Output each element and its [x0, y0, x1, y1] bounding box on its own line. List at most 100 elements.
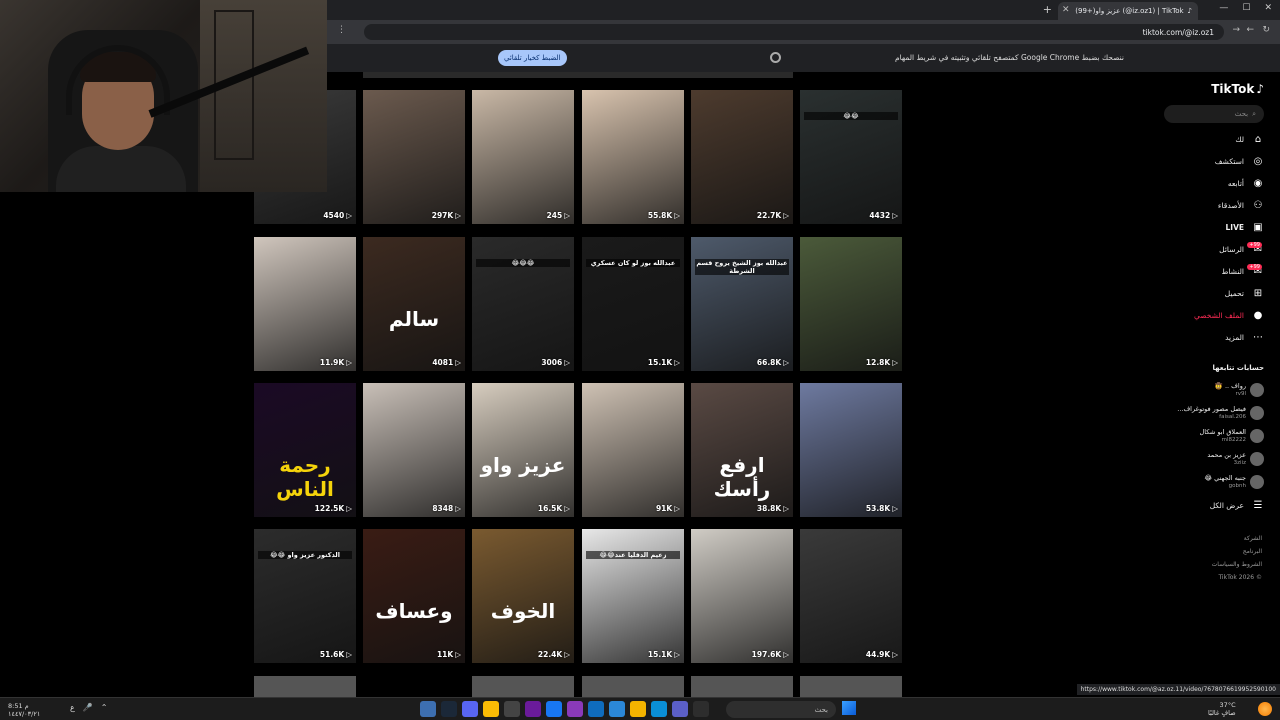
- following-account[interactable]: عزيز بن محمد 3ziiz: [1164, 449, 1264, 469]
- video-tile[interactable]: 8348 ▷: [363, 383, 465, 517]
- video-tile[interactable]: زعيم الدقليا عند😂😂 15.1K ▷: [582, 529, 684, 663]
- view-count-value: 91K: [655, 504, 673, 513]
- video-tile[interactable]: 91K ▷: [582, 383, 684, 517]
- view-count-value: 245: [546, 211, 563, 220]
- footer-program[interactable]: البرنامج: [1212, 545, 1262, 558]
- tiktok-logo[interactable]: ♪ TikTok: [1211, 82, 1264, 96]
- sidebar-item-home[interactable]: ⌂ لك: [1164, 130, 1264, 148]
- set-default-button[interactable]: الضبط كخيار تلقائي: [498, 50, 567, 66]
- tab-close-icon[interactable]: ✕: [1062, 5, 1070, 15]
- chevron-up-icon[interactable]: ⌃: [101, 703, 108, 712]
- video-tile-partial[interactable]: [800, 676, 902, 697]
- sidebar-item-messages[interactable]: ✉ 99+ الرسائل: [1164, 240, 1264, 258]
- video-tile[interactable]: 12.8K ▷: [800, 237, 902, 371]
- explorer-icon[interactable]: [630, 701, 646, 717]
- copilot-icon[interactable]: [672, 701, 688, 717]
- facebook-icon[interactable]: [546, 701, 562, 717]
- search-placeholder: بحث: [1234, 110, 1249, 118]
- obs-icon[interactable]: [504, 701, 520, 717]
- sidebar-footer: الشركة البرنامج الشروط والسياسات © 2026 …: [1212, 532, 1262, 584]
- footer-company[interactable]: الشركة: [1212, 532, 1262, 545]
- sidebar-item-profile[interactable]: ● الملف الشخصي: [1164, 306, 1264, 324]
- video-tile[interactable]: 53.8K ▷: [800, 383, 902, 517]
- maximize-icon[interactable]: ☐: [1242, 3, 1250, 13]
- video-tile[interactable]: ارفع رأسك 38.8K ▷: [691, 383, 793, 517]
- video-tile[interactable]: 245 ▷: [472, 90, 574, 224]
- following-account[interactable]: العملاق ابو شكال ml82222: [1164, 426, 1264, 446]
- start-icon[interactable]: [842, 701, 856, 715]
- language-indicator[interactable]: ع: [70, 703, 75, 712]
- play-icon: ▷: [892, 358, 898, 367]
- video-tile-partial[interactable]: [472, 676, 574, 697]
- video-tile-partial[interactable]: [691, 676, 793, 697]
- show-all-link[interactable]: ☰ عرض الكل: [1164, 496, 1264, 514]
- clock[interactable]: 8:51 م ١٤٤٧/٠٣/٢١: [8, 702, 40, 718]
- video-tile[interactable]: 😂😂 4432 ▷: [800, 90, 902, 224]
- menu-icon[interactable]: ⋮: [337, 25, 346, 35]
- video-tile[interactable]: رحمة الناس 122.5K ▷: [254, 383, 356, 517]
- new-tab-icon[interactable]: +: [1043, 3, 1052, 16]
- view-count-value: 22.7K: [756, 211, 782, 220]
- messenger-icon[interactable]: [567, 701, 583, 717]
- taskbar-search[interactable]: بحث: [726, 701, 836, 718]
- sidebar-item-upload[interactable]: ⊞ تحميل: [1164, 284, 1264, 302]
- view-count-value: 55.8K: [647, 211, 673, 220]
- video-caption: عبدالله بوز الشيخ يروح قسم الشرطة: [695, 259, 789, 275]
- browser-toolbar: tiktok.com/@iz.oz1 → ← ↻ ⋮: [327, 20, 1280, 44]
- video-tile[interactable]: 297K ▷: [363, 90, 465, 224]
- edge-icon[interactable]: [651, 701, 667, 717]
- video-tile[interactable]: الدكتور عزيز واو 😂😂 51.6K ▷: [254, 529, 356, 663]
- snipping-icon[interactable]: [420, 701, 436, 717]
- store-icon[interactable]: [609, 701, 625, 717]
- chrome-icon[interactable]: [483, 701, 499, 717]
- minimize-icon[interactable]: —: [1219, 3, 1228, 13]
- steam-icon[interactable]: [441, 701, 457, 717]
- sidebar-item-following[interactable]: ◉ أتابعه: [1164, 174, 1264, 192]
- following-account[interactable]: رواف .. 🤠 rv9l: [1164, 380, 1264, 400]
- video-tile[interactable]: 11.9K ▷: [254, 237, 356, 371]
- discord-icon[interactable]: [462, 701, 478, 717]
- search-input[interactable]: ⌕ بحث: [1164, 105, 1264, 123]
- sidebar-item-label: الرسائل: [1219, 244, 1244, 254]
- following-account[interactable]: فيصل مصور فوتوغراف... faisal.206: [1164, 403, 1264, 423]
- video-tile[interactable]: 55.8K ▷: [582, 90, 684, 224]
- app-icon[interactable]: [525, 701, 541, 717]
- tab-tiktok[interactable]: ✕ (99+)عزيز واو (@iz.oz1) | TikTok ♪: [1058, 2, 1198, 20]
- video-tile[interactable]: 22.7K ▷: [691, 90, 793, 224]
- clock-date: ١٤٤٧/٠٣/٢١: [8, 710, 41, 718]
- weather-widget[interactable]: 37°C صافٍ غالبًا: [1208, 701, 1236, 717]
- video-caption: رحمة الناس: [276, 453, 334, 501]
- outlook-icon[interactable]: [588, 701, 604, 717]
- video-tile[interactable]: وعساف 11K ▷: [363, 529, 465, 663]
- video-tile[interactable]: عبدالله بوز لو كان عسكري 15.1K ▷: [582, 237, 684, 371]
- back-icon[interactable]: →: [1232, 25, 1240, 35]
- window-close-icon[interactable]: ✕: [1264, 3, 1272, 13]
- following-title: حسابات تتابعها: [1212, 364, 1264, 372]
- video-tile[interactable]: سالم 4081 ▷: [363, 237, 465, 371]
- sidebar-item-compass[interactable]: ◎ استكشف: [1164, 152, 1264, 170]
- sidebar-item-more[interactable]: ⋯ المزيد: [1164, 328, 1264, 346]
- sidebar-item-live[interactable]: ▣ LIVE: [1164, 218, 1264, 236]
- video-tile-partial[interactable]: [254, 676, 356, 697]
- video-tile[interactable]: عزيز واو 16.5K ▷: [472, 383, 574, 517]
- video-tile[interactable]: عبدالله بوز الشيخ يروح قسم الشرطة 66.8K ▷: [691, 237, 793, 371]
- microphone-icon[interactable]: 🎤: [83, 703, 93, 712]
- notepad-icon[interactable]: [693, 701, 709, 717]
- view-count-value: 16.5K: [537, 504, 563, 513]
- video-tile-partial[interactable]: [582, 676, 684, 697]
- video-tile[interactable]: الخوف 22.4K ▷: [472, 529, 574, 663]
- sidebar-item-activity[interactable]: ✉ 99+ النشاط: [1164, 262, 1264, 280]
- sidebar-item-friends[interactable]: ⚇ الأصدقاء: [1164, 196, 1264, 214]
- forward-icon[interactable]: ←: [1246, 25, 1254, 35]
- video-tile[interactable]: 197.6K ▷: [691, 529, 793, 663]
- view-count-value: 4432: [869, 211, 891, 220]
- tiktok-sidebar: ♪ TikTok ⌕ بحث ⌂ لك ◎ استكشف ◉ أتابعه ⚇ الأصدقا…: [1160, 72, 1270, 692]
- account-handle: gobnh: [1228, 483, 1246, 489]
- video-tile[interactable]: 😂😂😂 3006 ▷: [472, 237, 574, 371]
- video-tile[interactable]: 44.9K ▷: [800, 529, 902, 663]
- reload-icon[interactable]: ↻: [1262, 25, 1270, 35]
- following-account[interactable]: جنبه الجهني 😂 gobnh: [1164, 472, 1264, 492]
- address-bar[interactable]: tiktok.com/@iz.oz1: [364, 24, 1224, 40]
- tiktok-logo-text: TikTok: [1211, 82, 1255, 96]
- footer-terms[interactable]: الشروط والسياسات: [1212, 558, 1262, 571]
